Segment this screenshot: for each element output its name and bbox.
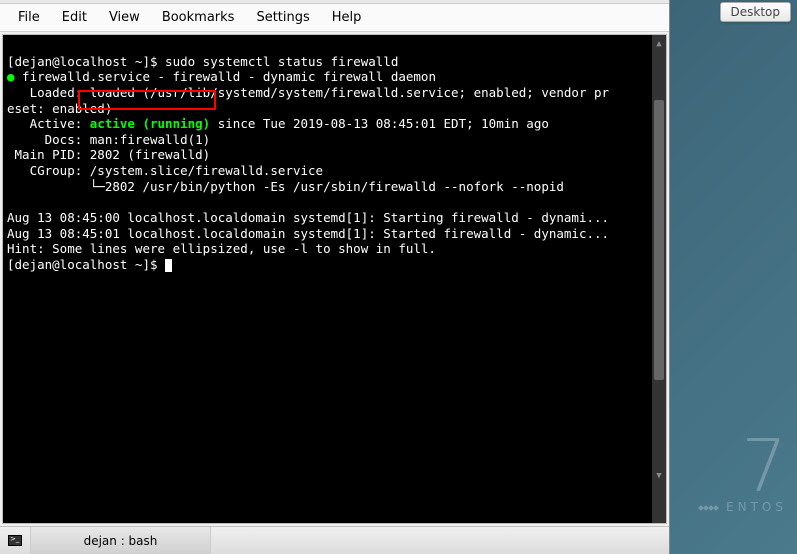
tab-label: dejan : bash <box>84 534 158 548</box>
menubar: File Edit View Bookmarks Settings Help <box>0 4 669 32</box>
menu-settings[interactable]: Settings <box>246 7 319 28</box>
desktop-pager-button[interactable]: Desktop <box>720 2 792 22</box>
scroll-up-icon[interactable]: ▲ <box>652 37 666 51</box>
menu-bookmarks[interactable]: Bookmarks <box>152 7 245 28</box>
terminal-icon <box>8 535 22 546</box>
hint-line: Hint: Some lines were ellipsized, use -l… <box>7 241 436 256</box>
cgroup-line: CGroup: /system.slice/firewalld.service <box>7 163 323 178</box>
centos-watermark: 7 ENTOS <box>699 438 787 514</box>
pid-line: Main PID: 2802 (firewalld) <box>7 147 210 162</box>
log-line: Aug 13 08:45:01 localhost.localdomain sy… <box>7 226 609 241</box>
terminal-scrollbar[interactable]: ▲ ▼ <box>652 35 666 523</box>
menu-edit[interactable]: Edit <box>52 7 97 28</box>
menu-view[interactable]: View <box>99 7 150 28</box>
prompt: [dejan@localhost ~]$ <box>7 257 172 272</box>
scroll-thumb[interactable] <box>654 100 664 380</box>
active-line: Active: active (running) since Tue 2019-… <box>7 116 549 131</box>
taskbar: dejan : bash <box>0 526 669 554</box>
cgroup-child: └─2802 /usr/bin/python -Es /usr/sbin/fir… <box>7 179 564 194</box>
log-line: Aug 13 08:45:00 localhost.localdomain sy… <box>7 210 609 225</box>
centos-brand: ENTOS <box>699 500 787 514</box>
terminal-output[interactable]: [dejan@localhost ~]$ sudo systemctl stat… <box>2 34 667 524</box>
desktop-area[interactable]: Desktop 7 ENTOS <box>670 0 797 554</box>
docs-line: Docs: man:firewalld(1) <box>7 132 210 147</box>
centos-logo-icon <box>699 506 718 510</box>
cursor-icon <box>165 259 172 272</box>
new-tab-button[interactable] <box>0 527 31 554</box>
menu-file[interactable]: File <box>8 7 50 28</box>
scroll-down-icon[interactable]: ▼ <box>652 469 666 483</box>
active-status: active (running) <box>90 116 210 131</box>
loaded-line: Loaded: loaded (/usr/lib/systemd/system/… <box>7 85 609 100</box>
terminal-window: File Edit View Bookmarks Settings Help [… <box>0 0 670 554</box>
service-header: ● firewalld.service - firewalld - dynami… <box>7 69 436 84</box>
centos-version: 7 <box>699 438 787 496</box>
tab-current[interactable]: dejan : bash <box>31 527 211 554</box>
prompt: [dejan@localhost ~]$ sudo systemctl stat… <box>7 54 398 69</box>
menu-help[interactable]: Help <box>322 7 372 28</box>
status-dot-icon: ● <box>7 69 15 84</box>
loaded-line-cont: eset: enabled) <box>7 101 112 116</box>
